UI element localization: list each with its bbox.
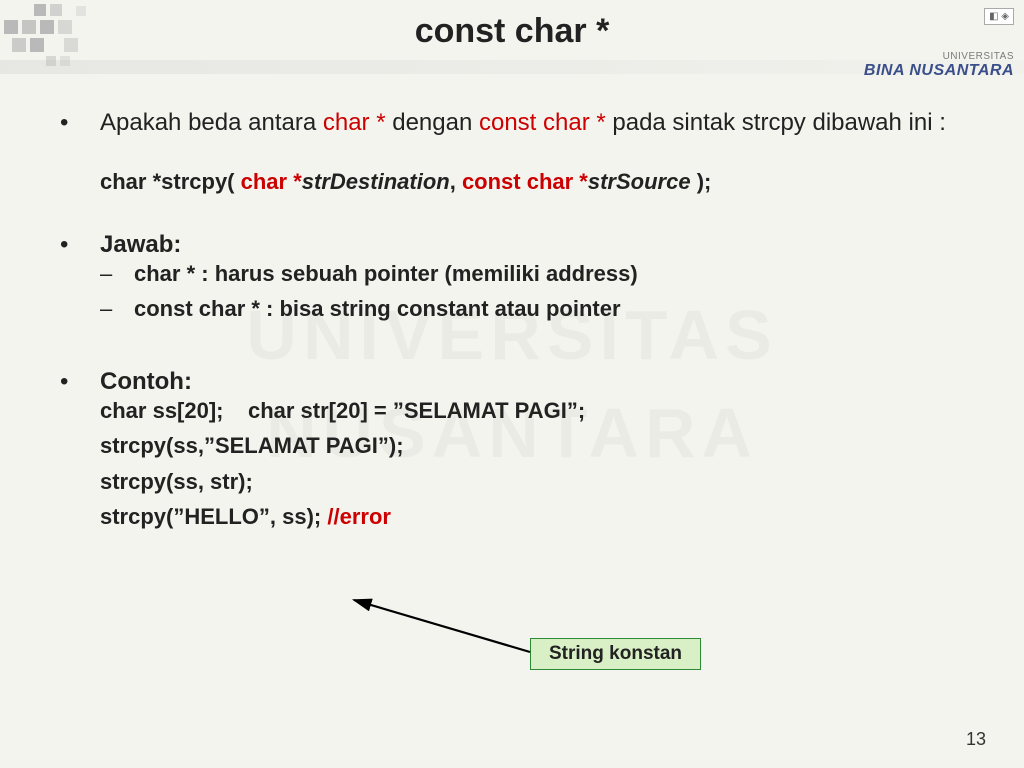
question-bullet: • Apakah beda antara char * dengan const… — [60, 108, 974, 138]
logo-badge-icon: ◧ ◈ — [984, 8, 1014, 25]
answer-line2-text: const char * : bisa string constant atau… — [134, 295, 621, 323]
answer-line1: – char * : harus sebuah pointer (memilik… — [100, 260, 974, 288]
answer-line1-text: char * : harus sebuah pointer (memiliki … — [134, 260, 638, 288]
func-a: char *strcpy( — [100, 169, 241, 194]
dash-mark: – — [100, 295, 134, 323]
q-kw1: char * — [323, 109, 386, 136]
func-d: , — [450, 169, 462, 194]
example-heading: Contoh: — [100, 367, 192, 397]
q-kw2: const char * — [479, 109, 606, 136]
callout-label: String konstan — [549, 643, 682, 664]
answer-heading: Jawab: — [100, 230, 181, 260]
func-c: strDestination — [302, 169, 450, 194]
func-g: ); — [691, 169, 712, 194]
code-line-3: strcpy(ss, str); — [100, 468, 974, 496]
q-pre: Apakah beda antara — [100, 109, 323, 136]
code-line-4b: //error — [327, 504, 391, 529]
q-post: pada sintak strcpy dibawah ini : — [606, 109, 946, 136]
answer-heading-bullet: • Jawab: — [60, 230, 974, 260]
code-line-2: strcpy(ss,”SELAMAT PAGI”); — [100, 432, 974, 460]
example-code: char ss[20]; char str[20] = ”SELAMAT PAG… — [100, 397, 974, 531]
code-line-1: char ss[20]; char str[20] = ”SELAMAT PAG… — [100, 397, 974, 425]
bullet-mark: • — [60, 108, 100, 138]
logo-area: ◧ ◈ UNIVERSITAS BINA NUSANTARA — [844, 6, 1014, 80]
logo-main: BINA NUSANTARA — [844, 62, 1014, 80]
code-line-4a: strcpy(”HELLO”, ss); — [100, 504, 327, 529]
slide-content: • Apakah beda antara char * dengan const… — [60, 108, 974, 531]
func-b: char * — [241, 169, 302, 194]
dash-mark: – — [100, 260, 134, 288]
answer-line2: – const char * : bisa string constant at… — [100, 295, 974, 323]
logo-sub: UNIVERSITAS — [844, 51, 1014, 62]
bullet-mark: • — [60, 230, 100, 260]
func-f: strSource — [588, 169, 691, 194]
page-number: 13 — [966, 729, 986, 750]
arrow-icon — [340, 592, 540, 662]
question-text: Apakah beda antara char * dengan const c… — [100, 108, 946, 138]
code-line-4: strcpy(”HELLO”, ss); //error — [100, 503, 974, 531]
bullet-mark: • — [60, 367, 100, 397]
example-heading-bullet: • Contoh: — [60, 367, 974, 397]
function-signature: char *strcpy( char *strDestination, cons… — [100, 168, 974, 196]
func-e: const char * — [462, 169, 588, 194]
callout-string-konstan: String konstan — [530, 638, 701, 670]
q-mid: dengan — [386, 109, 479, 136]
